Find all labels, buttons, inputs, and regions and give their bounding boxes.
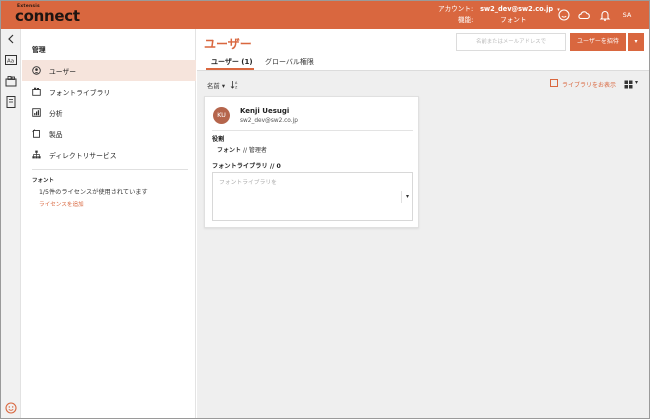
tab-users[interactable]: ユーザー (1)	[211, 57, 253, 67]
chevron-down-icon[interactable]: ▾	[401, 191, 413, 203]
sidebar-item-font-libraries[interactable]: フォントライブラリ	[22, 81, 196, 102]
back-icon[interactable]	[4, 32, 18, 46]
avatar: KU	[213, 107, 230, 124]
sidebar-item-analytics[interactable]: 分析	[22, 102, 196, 123]
app-logo[interactable]: Extensis connect	[15, 4, 80, 24]
view-mode-caret-icon[interactable]: ▾	[635, 79, 638, 86]
sort-label: 名前	[207, 82, 220, 90]
role-entry: フォント // 管理者	[217, 145, 267, 154]
user-name: Kenji Uesugi	[240, 107, 290, 115]
book-icon[interactable]	[4, 95, 18, 109]
admin-sidebar: 管理 ユーザー フォントライブラリ 分析 製品 ディレクトリサービス フォント …	[22, 29, 196, 418]
user-email: sw2_dev@sw2.co.jp	[240, 118, 298, 124]
sort-order-icon[interactable]: AZ	[230, 80, 239, 89]
user-card[interactable]: KU Kenji Uesugi sw2_dev@sw2.co.jp 役割 フォン…	[204, 96, 419, 228]
sidebar-item-users[interactable]: ユーザー	[22, 60, 196, 81]
invite-user-button[interactable]: ユーザーを招待	[570, 33, 626, 51]
left-rail: Aa	[1, 29, 21, 418]
brand-main: connect	[15, 7, 80, 25]
sort-dropdown[interactable]: 名前 ▾	[207, 81, 225, 90]
font-sample-icon[interactable]: Aa	[4, 53, 18, 67]
feedback-icon[interactable]	[4, 401, 18, 415]
grid-view-icon[interactable]	[624, 80, 633, 89]
font-library-icon[interactable]	[4, 74, 18, 88]
sidebar-divider	[32, 169, 188, 170]
svg-text:Aa: Aa	[7, 59, 14, 65]
invite-options-button[interactable]: ▾	[628, 33, 644, 51]
user-icon	[32, 66, 41, 75]
font-library-placeholder: フォントライブラリを	[219, 180, 277, 186]
chevron-down-icon: ▾	[219, 82, 226, 90]
page-title: ユーザー	[204, 37, 252, 51]
smiley-icon[interactable]	[557, 8, 571, 22]
search-input[interactable]: 名前またはメールアドレスで	[456, 33, 566, 51]
main-header: ユーザー 名前またはメールアドレスで ユーザーを招待 ▾ ユーザー (1) グロ…	[197, 29, 649, 70]
sidebar-item-label: 製品	[49, 130, 63, 139]
sidebar-item-directory-services[interactable]: ディレクトリサービス	[22, 144, 196, 165]
show-libraries-link[interactable]: ライブラリをお表示	[562, 80, 616, 89]
role-type: フォント	[217, 147, 242, 154]
svg-text:Z: Z	[235, 85, 238, 89]
app-window: Extensis connect アカウント: sw2_dev@sw2.co.j…	[0, 0, 650, 419]
product-icon	[32, 129, 41, 138]
card-divider	[212, 130, 413, 131]
sidebar-item-label: フォントライブラリ	[49, 88, 111, 97]
top-bar: Extensis connect アカウント: sw2_dev@sw2.co.j…	[1, 1, 649, 29]
sidebar-item-label: ディレクトリサービス	[49, 151, 117, 160]
account-value: sw2_dev@sw2.co.jp	[480, 5, 554, 13]
add-license-link[interactable]: ライセンスを追加	[39, 200, 84, 208]
tabs-divider	[197, 70, 649, 71]
main-content: ユーザー 名前またはメールアドレスで ユーザーを招待 ▾ ユーザー (1) グロ…	[197, 29, 649, 418]
feature-value: フォント	[500, 16, 527, 24]
font-library-select[interactable]: フォントライブラリを ▾	[212, 172, 413, 221]
font-library-icon	[32, 87, 41, 96]
font-section-title: フォント	[32, 178, 55, 184]
user-avatar[interactable]: SA	[619, 7, 635, 23]
role-label: 役割	[212, 136, 225, 143]
account-label: アカウント:	[438, 5, 474, 13]
role-separator: //	[242, 147, 247, 154]
role-value: 管理者	[248, 147, 267, 154]
sidebar-item-label: ユーザー	[49, 67, 77, 76]
account-info: アカウント: sw2_dev@sw2.co.jp ▾ 機能: フォント	[438, 4, 560, 25]
feature-label: 機能:	[458, 16, 474, 24]
sidebar-item-label: 分析	[49, 109, 63, 118]
sidebar-item-products[interactable]: 製品	[22, 123, 196, 144]
tab-global-permissions[interactable]: グローバル権限	[265, 57, 314, 67]
font-library-label: フォントライブラリ // 0	[212, 163, 281, 170]
analytics-icon	[32, 108, 41, 117]
feature-row: 機能: フォント	[438, 15, 560, 25]
cloud-sync-icon[interactable]	[577, 8, 591, 22]
bell-icon[interactable]	[598, 8, 612, 22]
chevron-down-icon: ▾	[634, 38, 638, 45]
sidebar-title: 管理	[32, 46, 46, 54]
directory-icon	[32, 150, 41, 159]
library-toggle-icon[interactable]	[550, 79, 558, 87]
account-row[interactable]: アカウント: sw2_dev@sw2.co.jp ▾	[438, 4, 560, 15]
license-usage-text: 1/5件のライセンスが使用されています	[39, 189, 148, 196]
